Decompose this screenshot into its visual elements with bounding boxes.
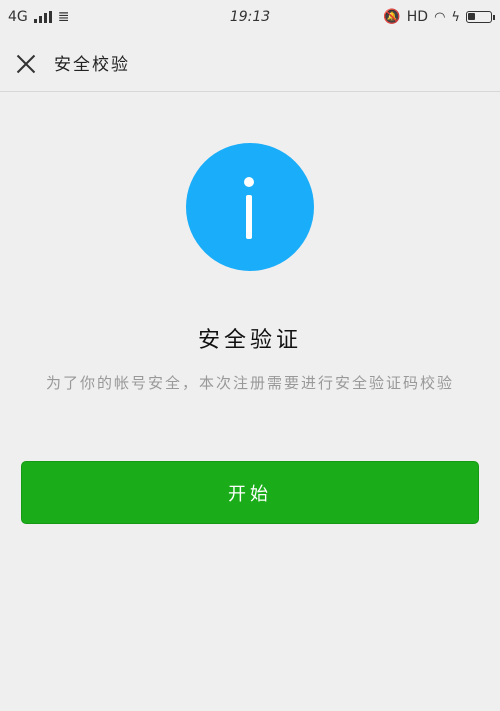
status-left: 4G ≣ bbox=[8, 9, 70, 25]
info-icon bbox=[186, 143, 314, 271]
verification-description: 为了你的帐号安全，本次注册需要进行安全验证码校验 bbox=[45, 374, 454, 392]
charging-icon: ϟ bbox=[451, 9, 460, 25]
verification-title: 安全验证 bbox=[197, 328, 302, 353]
signal-icon bbox=[33, 11, 52, 23]
storage-icon: ≣ bbox=[57, 9, 70, 25]
hd-indicator: HD bbox=[406, 9, 429, 25]
mute-bell-icon: 🔕 bbox=[383, 9, 401, 25]
page-title: 安全校验 bbox=[54, 55, 130, 75]
battery-icon bbox=[466, 11, 495, 23]
status-bar: 4G ≣ 19:13 🔕 HD ◠ ϟ bbox=[0, 0, 500, 34]
status-time: 19:13 bbox=[229, 9, 271, 25]
network-type: 4G bbox=[8, 9, 28, 25]
close-icon[interactable] bbox=[14, 51, 38, 75]
status-right: 🔕 HD ◠ ϟ bbox=[383, 9, 495, 25]
start-button[interactable]: 开始 bbox=[21, 461, 479, 524]
nav-bar: 安全校验 bbox=[0, 34, 500, 92]
wifi-icon: ◠ bbox=[434, 9, 446, 25]
